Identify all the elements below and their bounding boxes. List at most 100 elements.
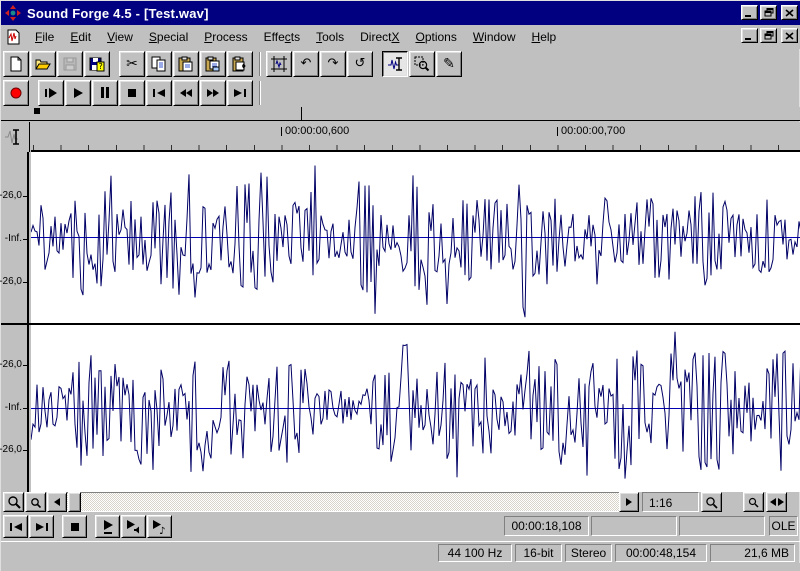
trim-crop-button[interactable] <box>266 51 292 77</box>
new-icon <box>8 56 24 72</box>
scroll-right-button[interactable] <box>619 492 639 512</box>
open-file-button[interactable] <box>30 51 56 77</box>
level-ruler-ch2[interactable]: -26,0-Inf.-26,0 <box>1 325 29 492</box>
zoom-out-button[interactable] <box>3 492 24 512</box>
waveform-plot <box>31 325 800 492</box>
menu-effects[interactable]: Effects <box>256 27 308 47</box>
time-ruler[interactable]: 00:00:00,60000:00:00,700 <box>31 122 800 152</box>
play-all-button[interactable] <box>38 80 64 106</box>
playbar-play-normal-button[interactable] <box>95 515 120 538</box>
pencil-tool-button[interactable]: ✎ <box>436 51 462 77</box>
forward-button[interactable] <box>200 80 226 106</box>
scroll-zoom-row: 1:16 <box>1 492 800 513</box>
playbar-go-start-button[interactable] <box>3 515 28 538</box>
stop-button[interactable] <box>119 80 145 106</box>
menu-directx[interactable]: DirectX <box>352 27 407 47</box>
document-icon[interactable] <box>6 29 21 45</box>
zoom-normal-button[interactable] <box>701 492 722 512</box>
paste-button[interactable] <box>173 51 199 77</box>
app-icon <box>5 5 21 21</box>
minimize-button[interactable] <box>741 5 758 20</box>
redo-button[interactable]: ↷ <box>320 51 346 77</box>
rewind-icon <box>179 88 193 98</box>
level-tick <box>23 196 27 197</box>
bit-depth-display: 16-bit <box>515 544 562 562</box>
save-file-button[interactable] <box>57 51 83 77</box>
ruler-time-mark: 00:00:00,700 <box>557 125 625 139</box>
pause-icon <box>100 87 110 98</box>
pause-button[interactable] <box>92 80 118 106</box>
waveform-channel-2[interactable] <box>31 325 800 492</box>
save-icon <box>62 56 78 72</box>
title-bar[interactable]: Sound Forge 4.5 - [Test.wav] <box>1 1 800 25</box>
save-as-button[interactable]: ? <box>84 51 110 77</box>
zoom-in-button[interactable] <box>25 492 46 512</box>
level-tick <box>23 365 27 366</box>
toolbar-separator <box>259 81 261 105</box>
sound-forge-window: Sound Forge 4.5 - [Test.wav] FileEditVie… <box>0 0 800 571</box>
playall-icon <box>44 87 58 99</box>
edit-tool-selector[interactable] <box>1 122 30 152</box>
menu-tools[interactable]: Tools <box>308 27 352 47</box>
menu-process[interactable]: Process <box>196 27 255 47</box>
menu-options[interactable]: Options <box>407 27 464 47</box>
paste-to-new-button[interactable] <box>227 51 253 77</box>
playbar-play-plug-button[interactable] <box>121 515 146 538</box>
scroll-left-button[interactable] <box>47 492 67 512</box>
goend-icon <box>233 88 247 98</box>
forward-icon <box>206 88 220 98</box>
overview-bar[interactable] <box>1 107 800 121</box>
overview-view-region[interactable] <box>34 108 40 114</box>
copy-button[interactable] <box>146 51 172 77</box>
playbar-go-end-button[interactable] <box>29 515 54 538</box>
rewind-button[interactable] <box>173 80 199 106</box>
repeat-button[interactable]: ↺ <box>347 51 373 77</box>
undo-button[interactable]: ↶ <box>293 51 319 77</box>
trim-icon <box>271 56 287 72</box>
cursor-position-display: 00:00:18,108 <box>504 516 589 536</box>
paste-icon <box>178 56 194 72</box>
new-file-button[interactable] <box>3 51 29 77</box>
level-ruler-ch1[interactable]: -26,0-Inf.-26,0 <box>1 152 29 323</box>
cut-button[interactable]: ✂ <box>119 51 145 77</box>
edit-tool-button[interactable] <box>382 51 408 77</box>
menu-window[interactable]: Window <box>465 27 524 47</box>
go-to-start-button[interactable] <box>146 80 172 106</box>
repeat-icon: ↺ <box>355 57 366 70</box>
sample-rate-display: 44 100 Hz <box>438 544 512 562</box>
magnify-tool-button[interactable] <box>409 51 435 77</box>
playbar-stop-button[interactable] <box>62 515 87 538</box>
restore-button[interactable] <box>760 5 777 20</box>
menu-help[interactable]: Help <box>524 27 565 47</box>
menu-special[interactable]: Special <box>141 27 196 47</box>
minimize-button[interactable] <box>741 28 758 43</box>
gostart-icon <box>152 88 166 98</box>
waveform-channel-1[interactable] <box>31 152 800 323</box>
close-button[interactable] <box>781 5 798 20</box>
overview-cursor <box>301 107 302 120</box>
channel-mode-display: Stereo <box>565 544 612 562</box>
edit-cursor-icon <box>4 127 26 147</box>
play-bar: ♪ 00:00:18,108 OLE <box>1 513 800 541</box>
restore-button[interactable] <box>760 28 777 43</box>
open-icon <box>35 56 51 72</box>
close-button[interactable] <box>781 28 798 43</box>
h-scrollbar-track[interactable] <box>67 492 619 512</box>
copy-icon <box>151 56 167 72</box>
record-button[interactable] <box>3 80 29 106</box>
zoom-window-button[interactable] <box>743 492 764 512</box>
menu-bar: FileEditViewSpecialProcessEffectsToolsDi… <box>1 25 800 49</box>
paste-mix-button[interactable] <box>200 51 226 77</box>
undo-icon: ↶ <box>301 57 312 70</box>
go-to-end-button[interactable] <box>227 80 253 106</box>
level-tick <box>23 450 27 451</box>
h-scrollbar-thumb[interactable] <box>68 492 81 512</box>
level-tick <box>23 239 27 240</box>
menu-file[interactable]: File <box>27 27 62 47</box>
menu-edit[interactable]: Edit <box>62 27 99 47</box>
playbar-play-note-button[interactable]: ♪ <box>147 515 172 538</box>
ole-status-badge: OLE <box>769 516 798 536</box>
zoom-selection-button[interactable] <box>766 492 787 512</box>
menu-view[interactable]: View <box>99 27 141 47</box>
play-button[interactable] <box>65 80 91 106</box>
